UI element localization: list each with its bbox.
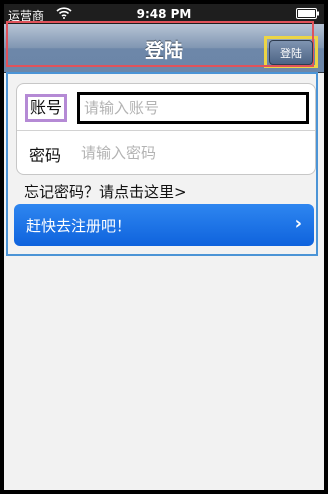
login-form-card: 账号 密码 — [16, 83, 317, 175]
status-time: 9:48 PM — [136, 7, 192, 21]
password-label: 密码 — [29, 146, 62, 165]
battery-icon — [296, 8, 320, 22]
account-input[interactable] — [77, 92, 309, 124]
password-input[interactable] — [77, 138, 317, 168]
login-button[interactable]: 登陆 — [269, 40, 313, 65]
status-bar: 运营商 9:48 PM — [4, 4, 324, 24]
forgot-password-link[interactable]: 忘记密码？请点击这里> — [24, 181, 187, 202]
register-button[interactable]: 赶快去注册吧！ › — [14, 204, 314, 246]
register-button-label: 赶快去注册吧！ — [26, 217, 132, 235]
device-frame: 运营商 9:48 PM 登陆 登陆 账号 请输入账号 密码 忘记密码？请点击这里… — [0, 0, 328, 494]
app-screen: 运营商 9:48 PM 登陆 登陆 账号 请输入账号 密码 忘记密码？请点击这里… — [4, 4, 324, 490]
chevron-right-icon: › — [294, 213, 302, 234]
row-divider — [17, 130, 315, 131]
account-label: 账号 — [25, 94, 67, 122]
